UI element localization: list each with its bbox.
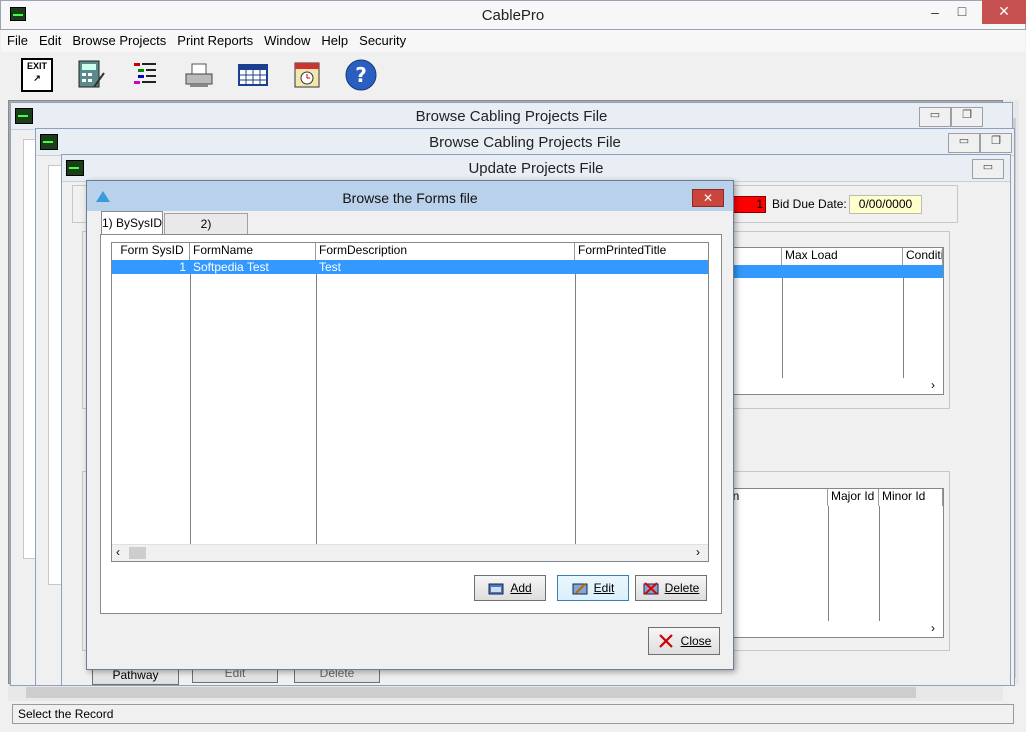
calendar-grid-icon [238, 64, 268, 86]
form-sysid-header[interactable]: Form SysID [112, 243, 190, 260]
menu-file[interactable]: File [1, 30, 33, 48]
calculator-button[interactable] [73, 56, 109, 94]
calculator-icon [78, 60, 105, 88]
add-button[interactable]: Add [474, 575, 546, 601]
edit-button[interactable]: Edit [557, 575, 629, 601]
table-row[interactable]: 1 Softpedia Test Test [112, 260, 708, 274]
update-minimize-button[interactable]: ▭ [972, 159, 1004, 179]
scroll-right-arrow[interactable]: › [923, 621, 943, 637]
bid-due-label: Bid Due Date: [772, 197, 847, 211]
browse-window-1-titlebar: Browse Cabling Projects File ▭ ❐ [11, 103, 1012, 130]
upper-grid-selected-row[interactable] [723, 265, 943, 278]
add-record-icon [488, 583, 504, 595]
dialog-close-x-button[interactable]: ✕ [692, 189, 724, 207]
bid-due-date-field[interactable]: 0/00/0000 [849, 195, 922, 214]
forms-grid-horizontal-scrollbar[interactable]: ‹ › [112, 544, 708, 561]
row-sysid: 1 [179, 260, 186, 274]
grid-line [782, 278, 783, 378]
delete-record-icon [643, 582, 659, 595]
browse-window-1-title: Browse Cabling Projects File [415, 108, 608, 125]
forms-grid: Form SysID FormName FormDescription Form… [111, 242, 709, 562]
minimize-button[interactable]: – [924, 4, 946, 20]
exit-button[interactable]: EXIT ↗ [19, 56, 55, 94]
form-printed-title-header[interactable]: FormPrintedTitle [575, 243, 708, 260]
grid-line [190, 274, 191, 544]
row-formname: Softpedia Test [193, 260, 269, 274]
status-text: Select the Record [18, 707, 114, 721]
scroll-right-arrow[interactable]: › [923, 378, 943, 394]
grid-line [879, 506, 880, 621]
list-icon [134, 63, 156, 84]
status-bar [12, 704, 1014, 724]
maximize-button[interactable]: □ [951, 3, 973, 19]
svg-text:?: ? [355, 63, 367, 87]
scroll-right-arrow[interactable]: › [696, 545, 700, 559]
form-name-header[interactable]: FormName [190, 243, 316, 260]
update-window-titlebar: Update Projects File ▭ [62, 155, 1010, 182]
schedule-button[interactable] [289, 56, 325, 94]
major-id-header[interactable]: Major Id [828, 489, 879, 506]
print-button[interactable] [181, 56, 217, 94]
edit-record-icon [572, 583, 588, 595]
menu-window[interactable]: Window [258, 30, 315, 48]
browse2-restore-button[interactable]: ❐ [980, 133, 1012, 153]
browse1-minimize-button[interactable]: ▭ [919, 107, 951, 127]
printer-icon [185, 63, 213, 87]
list-button[interactable] [127, 56, 163, 94]
red-status-field[interactable]: 1 [732, 196, 766, 213]
lower-grid-col-on[interactable]: on [723, 489, 828, 506]
menu-bar: File Edit Browse Projects Print Reports Wind… [1, 30, 1025, 52]
lower-grid: on Major Id Minor Id › [722, 488, 944, 638]
app-title: CablePro [481, 7, 545, 24]
schedule-icon [294, 62, 320, 88]
browse-window-2-titlebar: Browse Cabling Projects File ▭ ❐ [36, 129, 1014, 156]
grid-line [903, 278, 904, 378]
calendar-button[interactable] [235, 56, 271, 94]
close-button[interactable]: ✕ [982, 0, 1026, 24]
browse2-minimize-button[interactable]: ▭ [948, 133, 980, 153]
browse-window-2-title: Browse Cabling Projects File [429, 134, 621, 151]
menu-help[interactable]: Help [315, 30, 353, 48]
form-description-header[interactable]: FormDescription [316, 243, 575, 260]
tab-by-sysid[interactable]: 1) BySysID [101, 211, 163, 235]
browse-forms-dialog: Browse the Forms file ✕ 1) BySysID 2) By… [86, 180, 734, 670]
browse2-grid-edge [48, 165, 62, 585]
grid-line [316, 274, 317, 544]
row-description: Test [319, 260, 342, 274]
close-dialog-button[interactable]: Close [648, 627, 720, 655]
grid-line [828, 506, 829, 621]
toolbar: EXIT ↗ ? [1, 52, 1025, 98]
update-window-title: Update Projects File [468, 160, 604, 177]
close-x-icon [658, 634, 673, 648]
help-button[interactable]: ? [343, 56, 379, 94]
exit-icon: EXIT ↗ [21, 58, 53, 92]
max-load-header[interactable]: Max Load [782, 248, 903, 265]
menu-edit[interactable]: Edit [33, 30, 66, 48]
grid-line [575, 274, 576, 544]
minor-id-header[interactable]: Minor Id [879, 489, 943, 506]
menu-browse-projects[interactable]: Browse Projects [66, 30, 171, 48]
browse1-restore-button[interactable]: ❐ [951, 107, 983, 127]
mdi-horizontal-scrollbar[interactable] [8, 684, 1003, 701]
scroll-left-arrow[interactable]: ‹ [116, 545, 120, 559]
dialog-title: Browse the Forms file [342, 190, 478, 206]
help-icon: ? [345, 59, 377, 91]
menu-print-reports[interactable]: Print Reports [171, 30, 258, 48]
dialog-titlebar: Browse the Forms file ✕ [87, 181, 733, 211]
tab-by-formname[interactable]: 2) ByFormName [164, 213, 248, 251]
condition-header[interactable]: Conditio [903, 248, 943, 265]
menu-security[interactable]: Security [353, 30, 411, 48]
upper-grid: Max Load Conditio › [722, 247, 944, 395]
delete-button[interactable]: Delete [635, 575, 707, 601]
scroll-thumb[interactable] [129, 547, 146, 559]
